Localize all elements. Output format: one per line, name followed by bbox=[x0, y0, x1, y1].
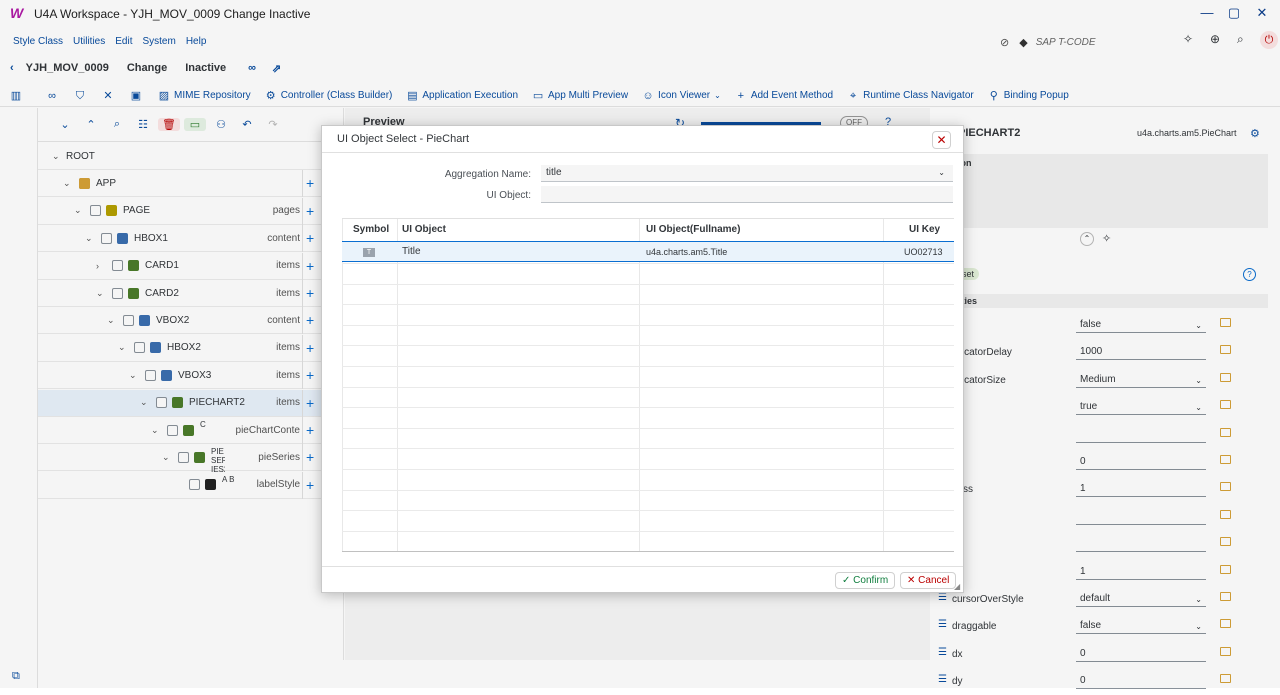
table-row-empty bbox=[342, 448, 954, 469]
table-row-empty bbox=[342, 510, 954, 531]
row-ui-object: Title bbox=[402, 246, 421, 257]
table-row-empty bbox=[342, 283, 954, 305]
ui-object-input[interactable] bbox=[541, 186, 953, 203]
confirm-label: Confirm bbox=[853, 575, 889, 586]
table-row[interactable]: T Title u4a.charts.am5.Title UO02713 bbox=[342, 241, 954, 262]
table-row-empty bbox=[342, 489, 954, 511]
column-symbol[interactable]: Symbol bbox=[353, 219, 389, 241]
cancel-x-icon: ✕ bbox=[907, 575, 916, 586]
table-row-empty bbox=[342, 427, 954, 449]
table-row-empty bbox=[342, 366, 954, 387]
ui-object-label: UI Object: bbox=[486, 190, 531, 201]
dialog-close-button[interactable]: ✕ bbox=[932, 131, 951, 149]
ui-object-select-dialog: UI Object Select - PieChart ✕ Aggregatio… bbox=[321, 125, 964, 593]
column-ui-object[interactable]: UI Object bbox=[402, 219, 446, 241]
aggregation-name-label: Aggregation Name: bbox=[444, 169, 531, 180]
chevron-down-icon: ⌄ bbox=[938, 168, 945, 177]
aggregation-name-value: title bbox=[546, 167, 562, 178]
check-icon: ✓ bbox=[842, 575, 851, 586]
row-ui-key: UO02713 bbox=[904, 247, 943, 257]
table-row-empty bbox=[342, 345, 954, 366]
confirm-button[interactable]: ✓ Confirm bbox=[835, 572, 896, 589]
table-row-empty bbox=[342, 386, 954, 408]
table-row-empty bbox=[342, 324, 954, 346]
column-fullname[interactable]: UI Object(Fullname) bbox=[646, 219, 740, 241]
row-fullname: u4a.charts.am5.Title bbox=[646, 247, 728, 257]
table-row-empty bbox=[342, 263, 954, 284]
title-symbol-icon: T bbox=[363, 248, 375, 257]
aggregation-name-select[interactable]: title ⌄ bbox=[541, 165, 953, 182]
table-row-empty bbox=[342, 304, 954, 325]
resize-handle-icon[interactable]: ◢ bbox=[954, 582, 960, 591]
cancel-button[interactable]: ✕ Cancel bbox=[900, 572, 957, 589]
column-ui-key[interactable]: UI Key bbox=[909, 219, 940, 241]
table-row-empty bbox=[342, 530, 954, 552]
ui-object-table: Symbol UI Object UI Object(Fullname) UI … bbox=[342, 218, 954, 552]
table-row-empty bbox=[342, 407, 954, 428]
dialog-title: UI Object Select - PieChart bbox=[337, 133, 470, 145]
table-row-empty bbox=[342, 469, 954, 490]
cancel-label: Cancel bbox=[918, 575, 950, 586]
